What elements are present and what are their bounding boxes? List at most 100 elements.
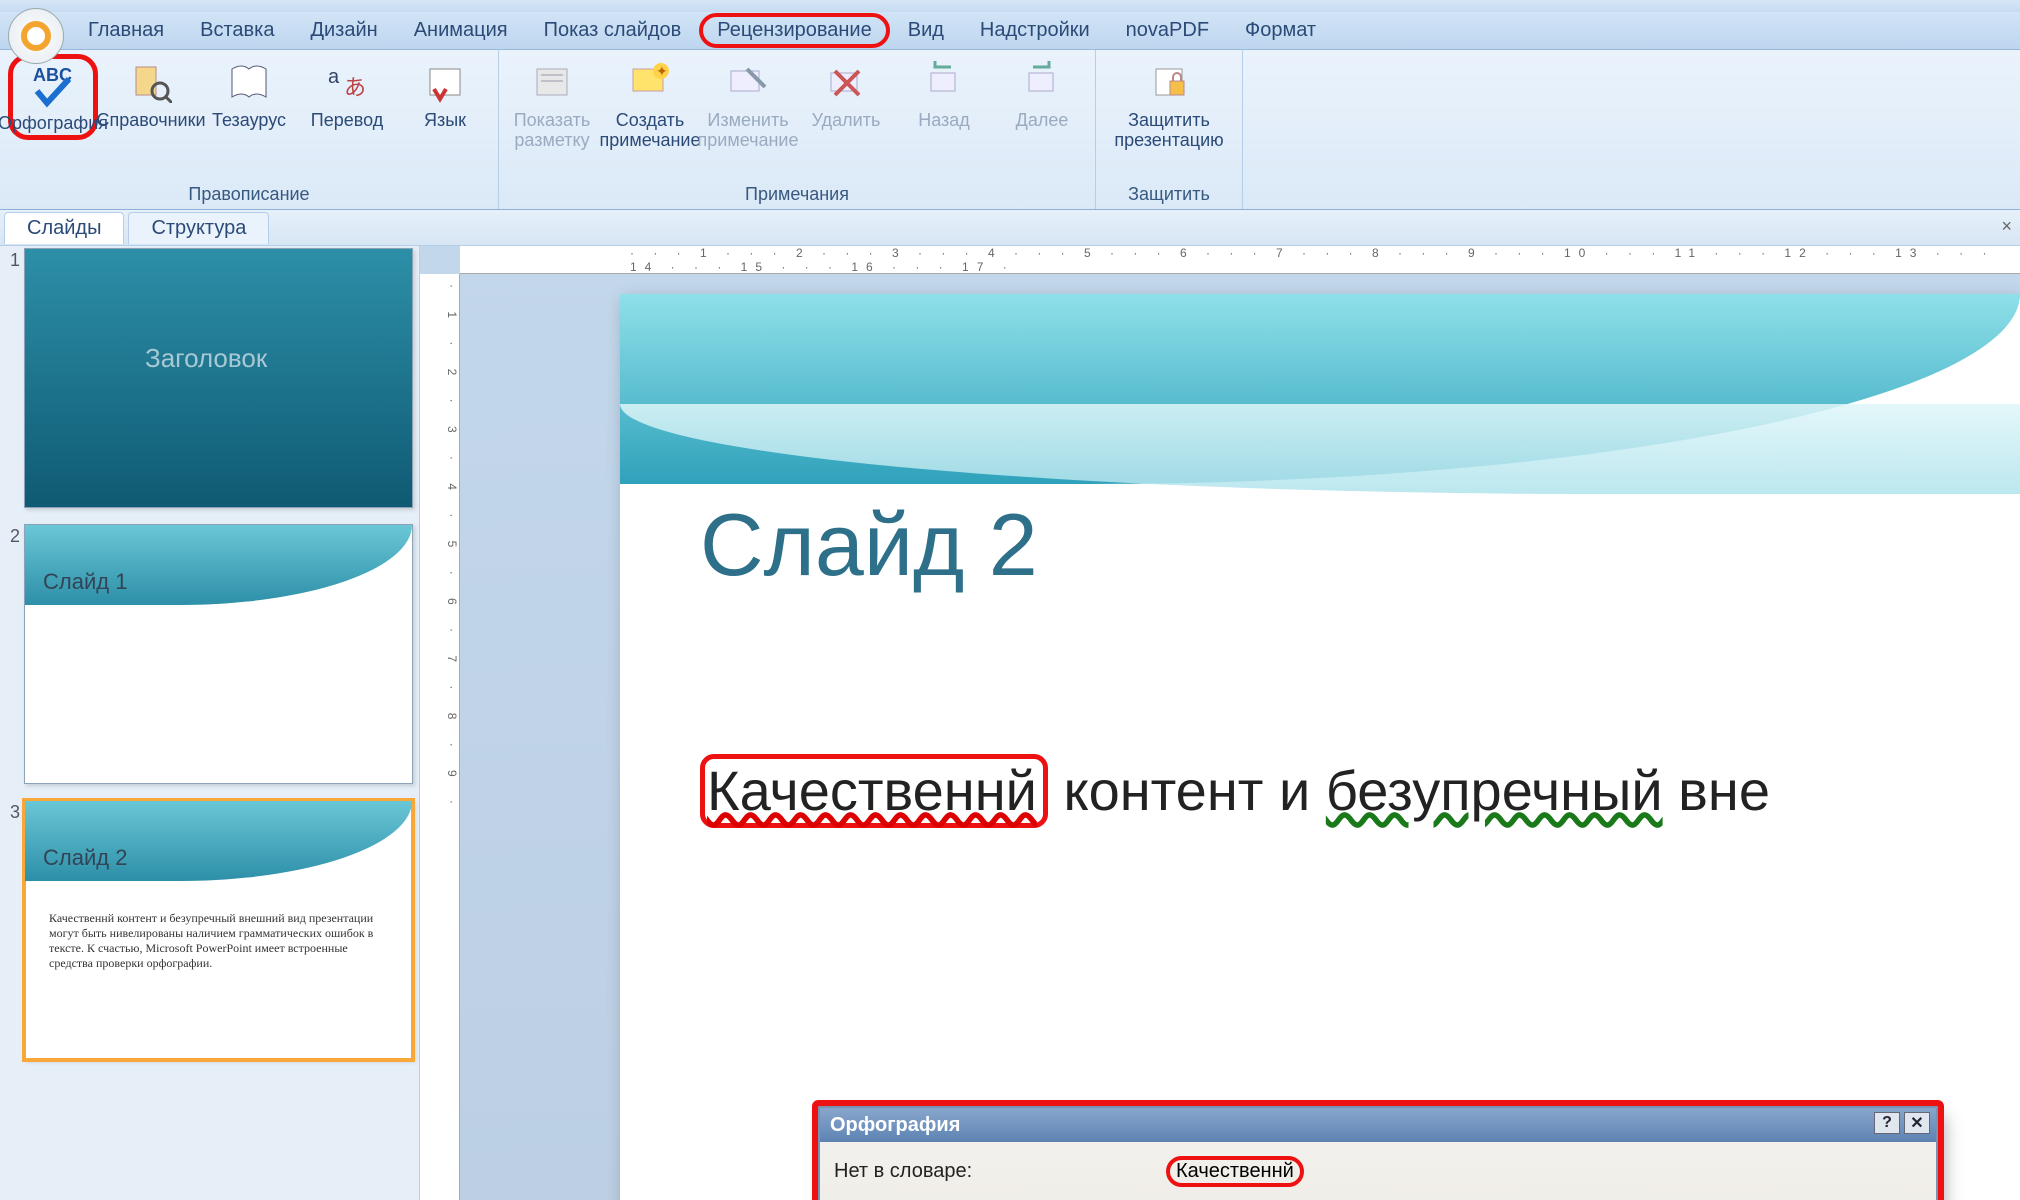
edit-comment-button[interactable]: Изменить примечание	[703, 54, 793, 150]
spelling-button[interactable]: ABC Орфография	[8, 54, 98, 140]
svg-text:あ: あ	[344, 75, 366, 100]
arrow-right-icon	[1018, 58, 1066, 106]
titlebar	[0, 0, 2020, 12]
thumbnail-row[interactable]: 2 Слайд 1	[2, 524, 413, 784]
delete-label: Удалить	[812, 110, 881, 130]
ribbon: ABC Орфография Справочники Тезаурус aあ П…	[0, 50, 2020, 210]
svg-text:a: a	[328, 66, 340, 88]
misspelled-word[interactable]: Качественнй	[700, 754, 1048, 828]
thumbnail-panel[interactable]: 1 Заголовок 2 Слайд 1 3 Слайд 2 Качестве…	[0, 246, 420, 1200]
dialog-body: Нет в словаре: Качественнй Заменить на: …	[820, 1142, 1936, 1200]
tab-slideshow[interactable]: Показ слайдов	[526, 13, 700, 48]
thumbnail-1[interactable]: Заголовок	[24, 248, 413, 508]
navtabs-close-icon[interactable]: ×	[2001, 216, 2012, 237]
body-text-1: контент	[1048, 759, 1264, 822]
prev-label: Назад	[918, 110, 970, 130]
abc-check-icon: ABC	[29, 61, 77, 109]
dialog-help-icon[interactable]: ?	[1874, 1112, 1900, 1134]
ribbon-group-proofing: ABC Орфография Справочники Тезаурус aあ П…	[0, 50, 499, 209]
spelling-dialog[interactable]: Орфография ? ✕ Нет в словаре: Качественн…	[818, 1106, 1938, 1200]
thesaurus-label: Тезаурус	[212, 110, 286, 130]
thumbnail-row[interactable]: 3 Слайд 2 Качественнй контент и безупреч…	[2, 800, 413, 1060]
translate-label: Перевод	[311, 110, 383, 130]
tab-view[interactable]: Вид	[890, 13, 962, 48]
ribbon-group-protect: Защитить презентацию Защитить	[1096, 50, 1243, 209]
slide-body-text[interactable]: Качественнй контент и безупречный вне	[700, 754, 1980, 828]
tab-addins[interactable]: Надстройки	[962, 13, 1108, 48]
not-in-dict-value-text: Качественнй	[1166, 1156, 1304, 1187]
protect-label: Защитить презентацию	[1114, 110, 1223, 150]
thumb2-title: Слайд 1	[43, 569, 127, 595]
show-markup-label: Показать разметку	[514, 110, 591, 150]
tab-animation[interactable]: Анимация	[396, 13, 526, 48]
delete-comment-button[interactable]: Удалить	[801, 54, 891, 130]
group-comments-label: Примечания	[499, 182, 1095, 209]
edit-comment-icon	[724, 58, 772, 106]
thumb-number: 3	[2, 800, 24, 823]
tab-insert[interactable]: Вставка	[182, 13, 292, 48]
nav-tabs: Слайды Структура ×	[0, 210, 2020, 246]
next-button[interactable]: Далее	[997, 54, 1087, 130]
thumb3-body: Качественнй контент и безупречный внешни…	[49, 911, 388, 971]
navtab-slides[interactable]: Слайды	[4, 212, 124, 244]
tab-review[interactable]: Рецензирование	[699, 13, 889, 48]
translate-button[interactable]: aあ Перевод	[302, 54, 392, 130]
ribbon-group-comments: Показать разметку ✦ Создать примечание И…	[499, 50, 1096, 209]
lock-icon	[1145, 58, 1193, 106]
next-label: Далее	[1016, 110, 1069, 130]
workspace: 1 Заголовок 2 Слайд 1 3 Слайд 2 Качестве…	[0, 246, 2020, 1200]
protect-button[interactable]: Защитить презентацию	[1104, 54, 1234, 150]
horizontal-ruler[interactable]: · · · 1 · · · 2 · · · 3 · · · 4 · · · 5 …	[460, 246, 2020, 274]
thumbnail-3[interactable]: Слайд 2 Качественнй контент и безупречны…	[24, 800, 413, 1060]
thumb1-title: Заголовок	[145, 343, 267, 374]
ribbon-tabs: Главная Вставка Дизайн Анимация Показ сл…	[0, 12, 2020, 50]
spelling-label: Орфография	[0, 113, 108, 133]
office-icon	[18, 18, 54, 54]
svg-text:✦: ✦	[656, 63, 668, 79]
delete-icon	[822, 58, 870, 106]
body-text-2: и	[1263, 759, 1325, 822]
prev-button[interactable]: Назад	[899, 54, 989, 130]
navtab-outline[interactable]: Структура	[128, 212, 269, 244]
slide-wave-decoration	[620, 294, 2020, 484]
not-in-dict-label: Нет в словаре:	[834, 1160, 1154, 1183]
book-icon	[225, 58, 273, 106]
body-text-4: вне	[1663, 759, 1770, 822]
thumb-number: 1	[2, 248, 24, 271]
thumb3-title: Слайд 2	[43, 845, 127, 871]
vertical-ruler[interactable]: · 1 · 2 · 3 · 4 · 5 · 6 · 7 · 8 · 9 ·	[420, 274, 460, 1200]
thumbnail-row[interactable]: 1 Заголовок	[2, 248, 413, 508]
thumbnail-2[interactable]: Слайд 1	[24, 524, 413, 784]
not-in-dict-value: Качественнй	[1166, 1156, 1518, 1187]
show-markup-button[interactable]: Показать разметку	[507, 54, 597, 150]
new-comment-button[interactable]: ✦ Создать примечание	[605, 54, 695, 150]
language-label: Язык	[424, 110, 466, 130]
edit-comment-label: Изменить примечание	[698, 110, 799, 150]
tab-home[interactable]: Главная	[70, 13, 182, 48]
slide-editor[interactable]: · · · 1 · · · 2 · · · 3 · · · 4 · · · 5 …	[420, 246, 2020, 1200]
tab-design[interactable]: Дизайн	[292, 13, 395, 48]
language-icon	[421, 58, 469, 106]
translate-icon: aあ	[323, 58, 371, 106]
slide-canvas[interactable]: Слайд 2 Качественнй контент и безупречны…	[620, 294, 2020, 1200]
dialog-title-bar[interactable]: Орфография ? ✕	[820, 1108, 1936, 1142]
markup-icon	[528, 58, 576, 106]
dialog-close-icon[interactable]: ✕	[1904, 1112, 1930, 1134]
research-icon	[127, 58, 175, 106]
office-button[interactable]	[8, 8, 64, 64]
group-protect-label: Защитить	[1096, 182, 1242, 209]
language-button[interactable]: Язык	[400, 54, 490, 130]
body-text-3: безупречный	[1326, 759, 1663, 822]
arrow-left-icon	[920, 58, 968, 106]
new-comment-label: Создать примечание	[600, 110, 701, 150]
dialog-title: Орфография	[830, 1114, 960, 1137]
thumb-number: 2	[2, 524, 24, 547]
new-comment-icon: ✦	[626, 58, 674, 106]
group-proofing-label: Правописание	[0, 182, 498, 209]
research-label: Справочники	[96, 110, 205, 130]
research-button[interactable]: Справочники	[106, 54, 196, 130]
slide-title[interactable]: Слайд 2	[700, 494, 1038, 596]
thesaurus-button[interactable]: Тезаурус	[204, 54, 294, 130]
tab-format[interactable]: Формат	[1227, 13, 1334, 48]
tab-novapdf[interactable]: novaPDF	[1108, 13, 1227, 48]
